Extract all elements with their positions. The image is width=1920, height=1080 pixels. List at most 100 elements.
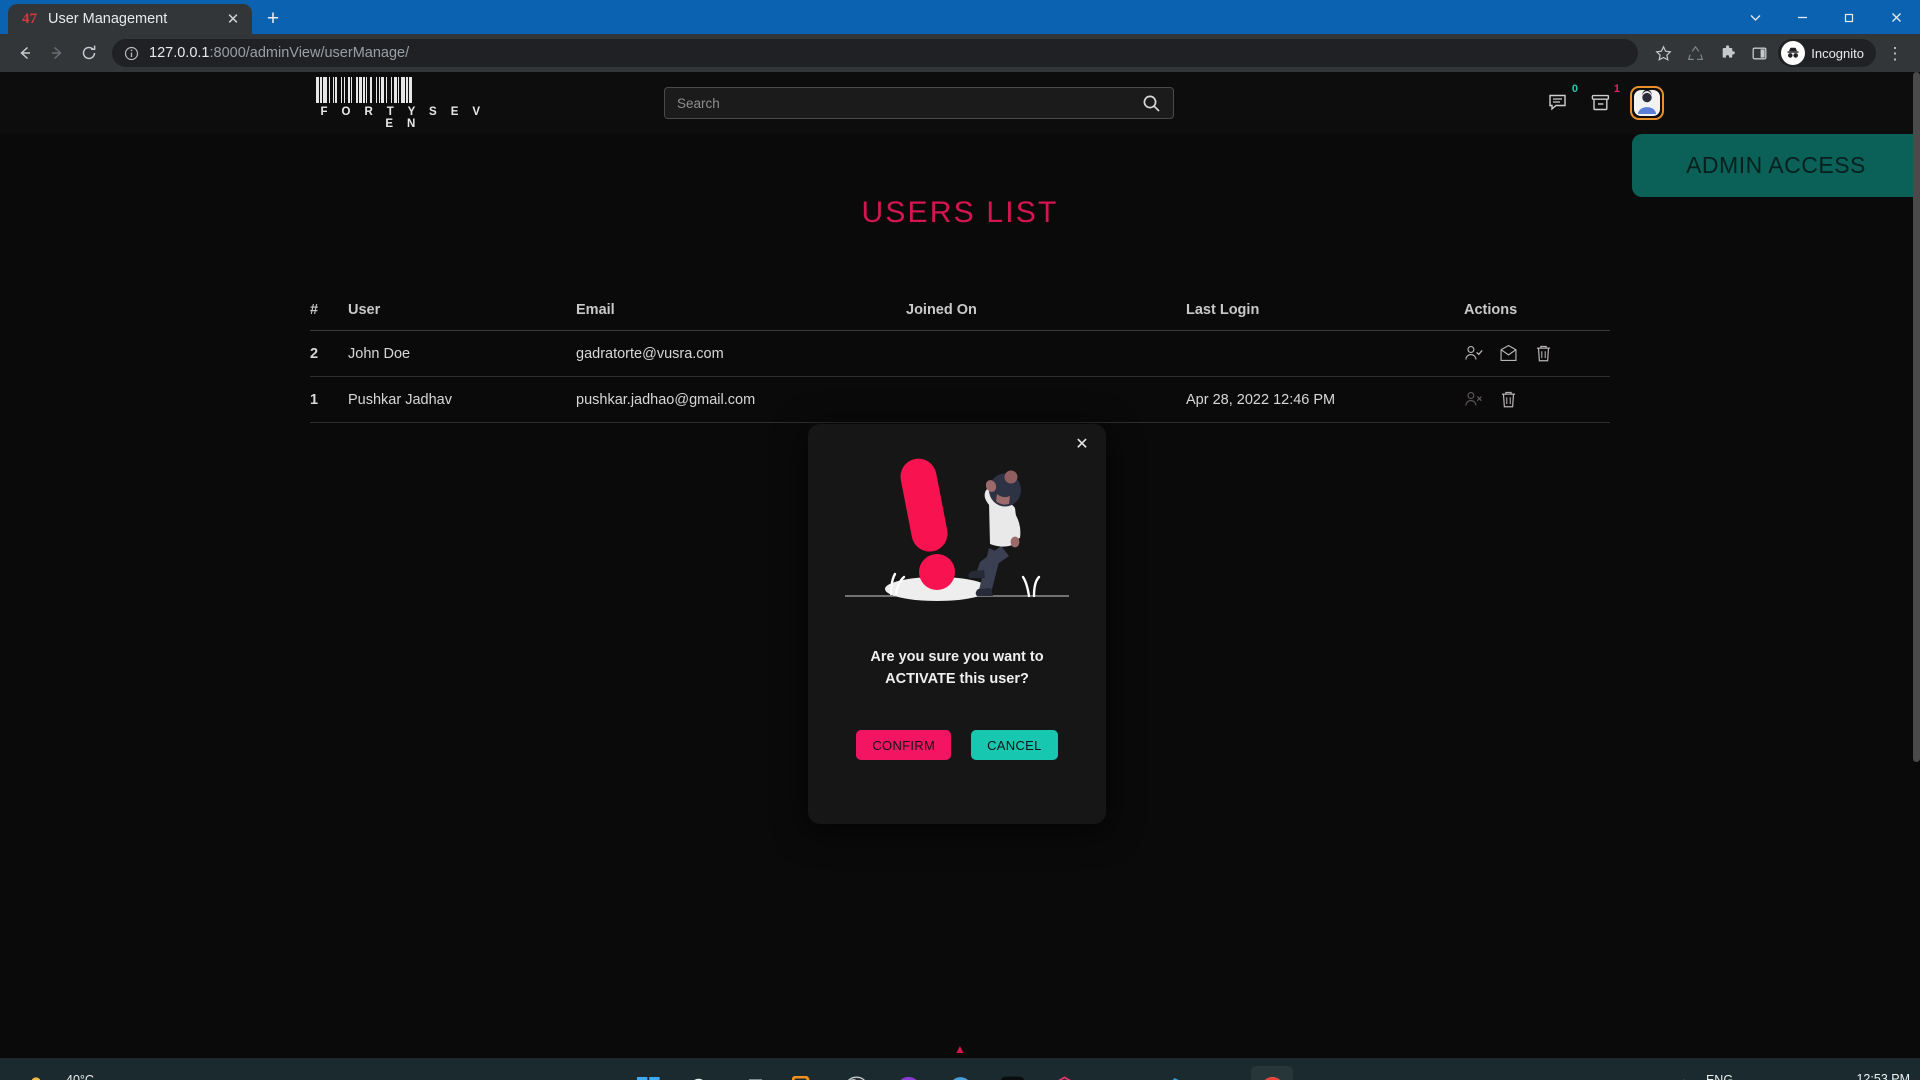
chrome-menu-icon[interactable]: ⋮ [1880,38,1910,68]
incognito-indicator[interactable]: Incognito [1778,39,1876,67]
admin-access-banner[interactable]: ADMIN ACCESS [1632,134,1920,197]
messages-badge: 0 [1571,83,1578,95]
table-row[interactable]: 2 John Doe gadratorte@vusra.com [310,330,1610,377]
address-host: 127.0.0.1 [149,45,210,61]
column-header-number: # [310,292,348,331]
close-button[interactable] [1873,0,1920,34]
qbittorrent-icon[interactable]: qb [939,1066,981,1080]
avatar[interactable] [1630,86,1664,120]
tab-title: User Management [48,11,168,27]
windows-taskbar: 40°C Partly sunny qb [0,1058,1920,1080]
browser-titlebar: 47 User Management ✕ + [0,0,1920,34]
weather-temperature: 40°C [66,1073,94,1080]
cell-email: pushkar.jadhao@gmail.com [576,376,906,423]
reload-icon[interactable] [74,38,104,68]
heart-hexagon-icon[interactable] [1043,1066,1085,1080]
address-bar[interactable]: 127.0.0.1:8000/adminView/userManage/ [112,39,1639,67]
deactivate-user-icon[interactable] [1464,390,1483,409]
cell-actions [1464,376,1610,423]
header-actions: 0 1 [1546,84,1664,120]
minimize-button[interactable] [1779,0,1826,34]
cell-joined-on [906,330,1186,377]
tab-close-icon[interactable]: ✕ [222,8,244,30]
cell-actions [1464,330,1610,377]
side-panel-icon[interactable] [1744,38,1774,68]
site-search[interactable] [664,87,1174,119]
user-avatar-icon [1634,90,1660,116]
cell-email: gadratorte@vusra.com [576,330,906,377]
messages-button[interactable]: 0 [1546,84,1578,116]
start-icon[interactable] [627,1066,669,1080]
chrome-icon[interactable] [1251,1066,1293,1080]
clock[interactable]: 12:53 PM 28-04-2022 [1844,1071,1910,1080]
weather-text: 40°C Partly sunny [66,1073,135,1080]
cell-joined-on [906,376,1186,423]
recycle-icon[interactable] [1680,38,1710,68]
incognito-label: Incognito [1811,45,1864,61]
language-code: ENG [1705,1073,1734,1080]
browser-tab[interactable]: 47 User Management ✕ [8,4,252,34]
clock-time: 12:53 PM [1856,1072,1910,1080]
task-view-icon[interactable] [731,1066,773,1080]
obs-icon[interactable] [835,1066,877,1080]
cell-user[interactable]: John Doe [348,330,576,377]
weather-widget[interactable]: 40°C Partly sunny [8,1073,135,1080]
forward-arrow-icon[interactable] [42,38,72,68]
users-table-head: # User Email Joined On Last Login Action… [310,292,1610,331]
extensions-icon[interactable] [1712,38,1742,68]
confirm-button[interactable]: CONFIRM [856,730,952,760]
modal-message: Are you sure you want to ACTIVATE this u… [870,649,1044,687]
language-indicator[interactable]: ENG IN [1706,1073,1733,1080]
cancel-button[interactable]: CANCEL [971,730,1058,760]
virtualbox-icon[interactable] [783,1066,825,1080]
search-input[interactable] [677,95,1139,111]
cell-last-login: Apr 28, 2022 12:46 PM [1186,376,1464,423]
column-header-last-login: Last Login [1186,292,1464,331]
brand-name: F O R T Y S E V E N [320,105,486,130]
site-logo[interactable]: F O R T Y S E V E N [316,76,486,130]
site-header: F O R T Y S E V E N 0 1 [0,72,1920,134]
edge-icon[interactable] [1095,1066,1137,1080]
address-path: :8000/adminView/userManage/ [209,45,410,61]
delete-user-icon[interactable] [1534,344,1553,363]
page-scrollbar[interactable] [1913,72,1920,1058]
confirmation-modal: ✕ Are you sure you want to ACTIVATE this… [808,424,1106,824]
site-info-icon[interactable] [123,45,140,62]
page-title: USERS LIST [861,196,1059,229]
column-header-joined-on: Joined On [906,292,1186,331]
github-desktop-icon[interactable] [887,1066,929,1080]
delete-user-icon[interactable] [1499,390,1518,409]
search-icon[interactable] [1139,91,1163,115]
warning-exclamation-person-illustration [839,450,1075,610]
search-icon[interactable] [679,1066,721,1080]
system-tray: ENG IN 12:53 PM 28-04-2022 [1586,1071,1910,1080]
table-row[interactable]: 1 Pushkar Jadhav pushkar.jadhao@gmail.co… [310,376,1610,423]
mail-open-icon[interactable] [1499,344,1518,363]
new-tab-button[interactable]: + [258,3,288,33]
users-table-body: 2 John Doe gadratorte@vusra.com 1 Pushka… [310,330,1610,423]
vscode-icon[interactable] [1147,1066,1189,1080]
maximize-button[interactable] [1826,0,1873,34]
archive-button[interactable]: 1 [1588,84,1620,116]
modal-close-icon[interactable]: ✕ [1072,434,1092,454]
cell-number: 1 [310,376,348,423]
tabstrip: 47 User Management ✕ + [0,0,288,34]
scroll-up-indicator-icon[interactable]: ▲ [954,1042,966,1056]
tab-search-chevron-icon[interactable] [1732,0,1779,34]
window-controls [1732,0,1920,34]
table-header-row: # User Email Joined On Last Login Action… [310,292,1610,331]
tab-favicon: 47 [22,10,37,27]
barcode-icon [316,76,486,103]
activate-user-icon[interactable] [1464,344,1483,363]
address-bar-url: 127.0.0.1:8000/adminView/userManage/ [149,45,409,61]
column-header-user: User [348,292,576,331]
cell-user[interactable]: Pushkar Jadhav [348,376,576,423]
modal-actions: CONFIRM CANCEL [856,730,1058,760]
archive-badge: 1 [1613,83,1620,95]
browser-toolbar: 127.0.0.1:8000/adminView/userManage/ Inc… [0,34,1920,72]
back-arrow-icon[interactable] [10,38,40,68]
bookmark-star-icon[interactable] [1648,38,1678,68]
binance-icon[interactable] [991,1066,1033,1080]
file-explorer-icon[interactable] [1199,1066,1241,1080]
users-table: # User Email Joined On Last Login Action… [310,292,1610,423]
